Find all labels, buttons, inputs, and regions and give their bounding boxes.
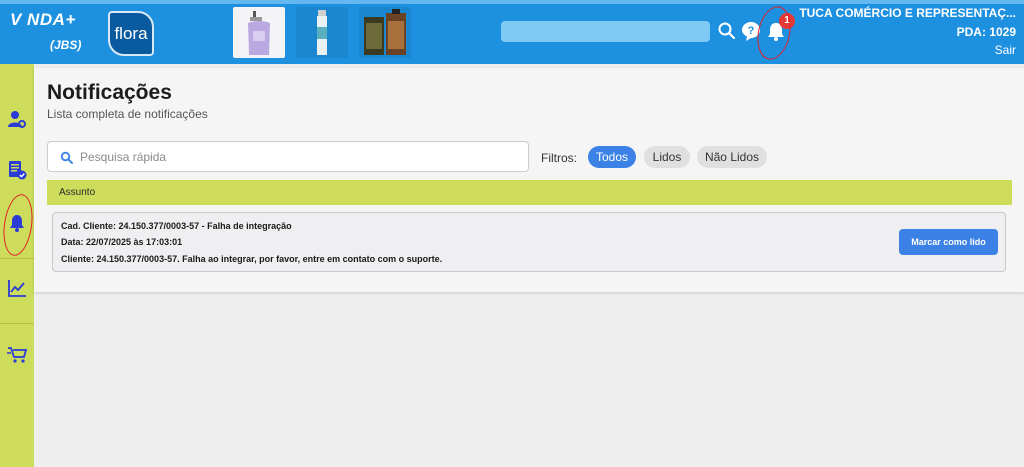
- header-search-bar[interactable]: [501, 21, 710, 42]
- filter-unread-chip[interactable]: Não Lidos: [697, 146, 767, 168]
- search-input[interactable]: [80, 149, 500, 165]
- sidebar-item-clients[interactable]: [6, 108, 28, 130]
- document-check-icon: [9, 161, 27, 180]
- filter-read-chip[interactable]: Lidos: [644, 146, 690, 168]
- sidebar-divider: [0, 258, 34, 259]
- flora-logo[interactable]: flora: [108, 11, 154, 56]
- notification-title: Cad. Cliente: 24.150.377/0003-57 - Falha…: [61, 221, 292, 231]
- page-title: Notificações: [47, 81, 172, 104]
- logout-link[interactable]: Sair: [995, 43, 1016, 57]
- mark-as-read-button[interactable]: Marcar como lido: [899, 229, 998, 255]
- sidebar-item-reports[interactable]: [6, 277, 28, 299]
- page-subtitle: Lista completa de notificações: [47, 107, 208, 121]
- sidebar-item-cart[interactable]: [6, 343, 28, 365]
- filters-label: Filtros:: [541, 151, 577, 165]
- user-gear-icon: [8, 111, 26, 128]
- search-icon: [60, 151, 73, 164]
- svg-text:?: ?: [748, 25, 755, 37]
- product-thumb-spray[interactable]: [296, 7, 348, 58]
- notification-item: Cad. Cliente: 24.150.377/0003-57 - Falha…: [52, 212, 1006, 272]
- cart-icon: [7, 347, 28, 363]
- logo-brand-text: V NDA+: [10, 10, 76, 29]
- sidebar-divider: [0, 323, 34, 324]
- filter-all-chip[interactable]: Todos: [588, 146, 636, 168]
- company-name: TUCA COMÉRCIO E REPRESENTAÇ...: [799, 6, 1016, 20]
- quick-search-box[interactable]: [47, 141, 529, 172]
- search-icon[interactable]: [716, 20, 738, 42]
- notification-date: Data: 22/07/2025 às 17:03:01: [61, 237, 183, 247]
- sidebar-item-orders[interactable]: [6, 159, 28, 181]
- venda-logo[interactable]: V NDA+: [10, 10, 76, 30]
- chart-line-icon: [8, 280, 26, 297]
- product-thumb-perfume[interactable]: [359, 7, 411, 58]
- table-header: Assunto: [47, 180, 1012, 205]
- column-header-subject: Assunto: [59, 187, 96, 198]
- product-thumb-lotion[interactable]: [233, 7, 285, 58]
- notification-message: Cliente: 24.150.377/0003-57. Falha ao in…: [61, 254, 443, 264]
- jbs-logo: (JBS): [50, 38, 82, 52]
- pda-number: PDA: 1029: [956, 25, 1016, 39]
